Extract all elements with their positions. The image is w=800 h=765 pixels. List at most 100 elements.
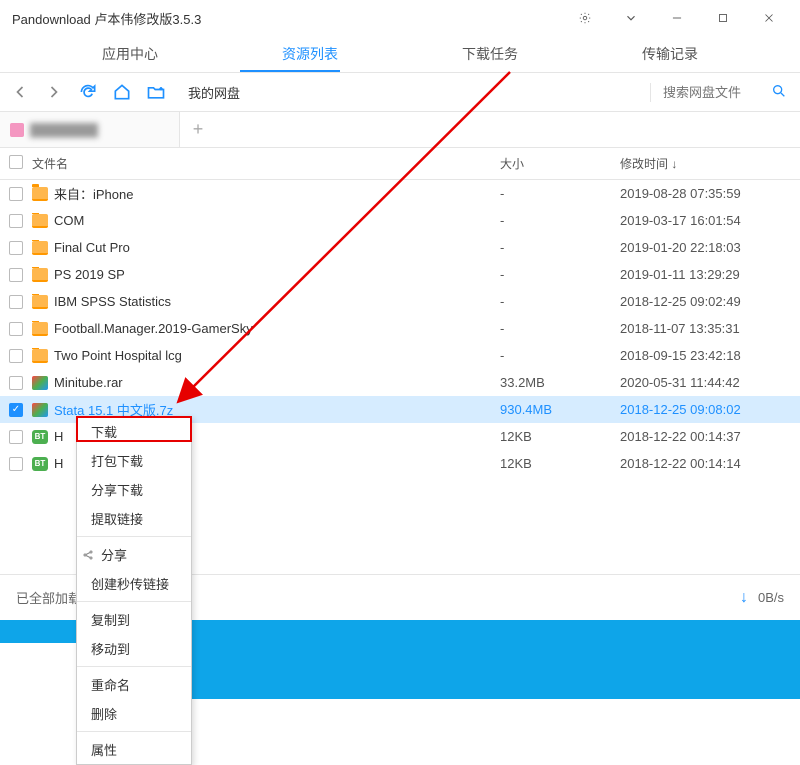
file-size: - <box>500 267 620 282</box>
row-checkbox[interactable] <box>9 241 23 255</box>
archive-icon <box>32 376 48 390</box>
window-title: Pandownload 卢本伟修改版3.5.3 <box>8 9 562 28</box>
row-checkbox[interactable] <box>9 214 23 228</box>
minimize-button[interactable] <box>654 3 700 33</box>
file-tab[interactable]: ████████ <box>0 112 180 147</box>
menu-item[interactable]: 下载 <box>77 417 191 446</box>
new-folder-button[interactable] <box>146 82 166 102</box>
file-name: Two Point Hospital lcg <box>54 348 182 363</box>
file-row[interactable]: Football.Manager.2019-GamerSky -2018-11-0… <box>0 315 800 342</box>
search-input[interactable] <box>663 85 763 100</box>
file-size: 930.4MB <box>500 402 620 417</box>
maximize-button[interactable] <box>700 3 746 33</box>
row-checkbox[interactable] <box>9 295 23 309</box>
file-size: 12KB <box>500 429 620 444</box>
col-time[interactable]: 修改时间 ↓ <box>620 155 800 172</box>
file-name: Final Cut Pro <box>54 240 130 255</box>
close-button[interactable] <box>746 3 792 33</box>
file-name: PS 2019 SP <box>54 267 125 282</box>
file-size: - <box>500 213 620 228</box>
menu-item[interactable]: 分享下载 <box>77 475 191 504</box>
menu-item[interactable]: 创建秒传链接 <box>77 569 191 598</box>
file-time: 2018-12-25 09:02:49 <box>620 294 800 309</box>
row-checkbox[interactable] <box>9 187 23 201</box>
row-checkbox[interactable] <box>9 376 23 390</box>
row-checkbox[interactable] <box>9 403 23 417</box>
file-name: 来自：iPhone <box>54 184 133 203</box>
forward-button[interactable] <box>44 82 64 102</box>
folder-icon <box>32 268 48 282</box>
file-row[interactable]: Final Cut Pro-2019-01-20 22:18:03 <box>0 234 800 261</box>
file-row[interactable]: IBM SPSS Statistics-2018-12-25 09:02:49 <box>0 288 800 315</box>
file-time: 2020-05-31 11:44:42 <box>620 375 800 390</box>
home-button[interactable] <box>112 82 132 102</box>
menu-item-label: 分享 <box>101 545 127 564</box>
col-name[interactable]: 文件名 <box>32 155 500 172</box>
window-controls <box>562 3 792 33</box>
toolbar: 我的网盘 <box>0 72 800 112</box>
folder-icon <box>32 241 48 255</box>
file-row[interactable]: Minitube.rar33.2MB2020-05-31 11:44:42 <box>0 369 800 396</box>
file-row[interactable]: 来自：iPhone-2019-08-28 07:35:59 <box>0 180 800 207</box>
refresh-button[interactable] <box>78 82 98 102</box>
taskbar-panel <box>0 643 80 699</box>
file-name: COM <box>54 213 84 228</box>
dropdown-icon[interactable] <box>608 3 654 33</box>
search-icon[interactable] <box>771 83 787 102</box>
file-time: 2019-03-17 16:01:54 <box>620 213 800 228</box>
menu-item[interactable]: 移动到 <box>77 634 191 663</box>
row-checkbox[interactable] <box>9 349 23 363</box>
file-row[interactable]: COM -2019-03-17 16:01:54 <box>0 207 800 234</box>
folder-icon <box>32 349 48 363</box>
folder-icon <box>32 187 48 201</box>
share-icon <box>81 548 95 562</box>
bt-icon: BT <box>32 430 48 444</box>
back-button[interactable] <box>10 82 30 102</box>
file-time: 2019-01-11 13:29:29 <box>620 267 800 282</box>
file-size: - <box>500 321 620 336</box>
search-box <box>650 83 790 102</box>
select-all-checkbox[interactable] <box>9 155 23 169</box>
list-header: 文件名 大小 修改时间 ↓ <box>0 148 800 180</box>
archive-icon <box>32 403 48 417</box>
row-checkbox[interactable] <box>9 430 23 444</box>
file-row[interactable]: PS 2019 SP -2019-01-11 13:29:29 <box>0 261 800 288</box>
file-row[interactable]: Two Point Hospital lcg-2018-09-15 23:42:… <box>0 342 800 369</box>
menu-item[interactable]: 复制到 <box>77 605 191 634</box>
menu-item[interactable]: 提取链接 <box>77 504 191 533</box>
breadcrumb-path[interactable]: 我的网盘 <box>180 83 636 102</box>
file-tab-strip: ████████ + <box>0 112 800 148</box>
file-time: 2018-11-07 13:35:31 <box>620 321 800 336</box>
tab-app-center[interactable]: 应用中心 <box>40 44 220 72</box>
folder-icon <box>32 322 48 336</box>
col-size[interactable]: 大小 <box>500 155 620 172</box>
row-checkbox[interactable] <box>9 457 23 471</box>
menu-item[interactable]: 删除 <box>77 699 191 728</box>
tab-label-blurred: ████████ <box>30 123 98 137</box>
file-name: Football.Manager.2019-GamerSky <box>54 321 253 336</box>
file-name: IBM SPSS Statistics <box>54 294 171 309</box>
menu-item[interactable]: 打包下载 <box>77 446 191 475</box>
row-checkbox[interactable] <box>9 322 23 336</box>
menu-item[interactable]: 重命名 <box>77 670 191 699</box>
row-checkbox[interactable] <box>9 268 23 282</box>
menu-separator <box>77 536 191 537</box>
tab-transfer-log[interactable]: 传输记录 <box>580 44 760 72</box>
folder-icon <box>32 295 48 309</box>
settings-icon[interactable] <box>562 3 608 33</box>
file-name: H <box>54 429 63 444</box>
menu-item[interactable]: 属性 <box>77 735 191 764</box>
menu-item-share[interactable]: 分享 <box>77 540 191 569</box>
bt-icon: BT <box>32 457 48 471</box>
file-name: Minitube.rar <box>54 375 123 390</box>
new-tab-button[interactable]: + <box>180 119 216 140</box>
file-time: 2018-09-15 23:42:18 <box>620 348 800 363</box>
tab-resource-list[interactable]: 资源列表 <box>220 44 400 72</box>
file-size: - <box>500 240 620 255</box>
file-size: - <box>500 186 620 201</box>
file-size: 12KB <box>500 456 620 471</box>
tab-download-tasks[interactable]: 下载任务 <box>400 44 580 72</box>
file-time: 2018-12-22 00:14:37 <box>620 429 800 444</box>
file-time: 2018-12-25 09:08:02 <box>620 402 800 417</box>
menu-separator <box>77 601 191 602</box>
